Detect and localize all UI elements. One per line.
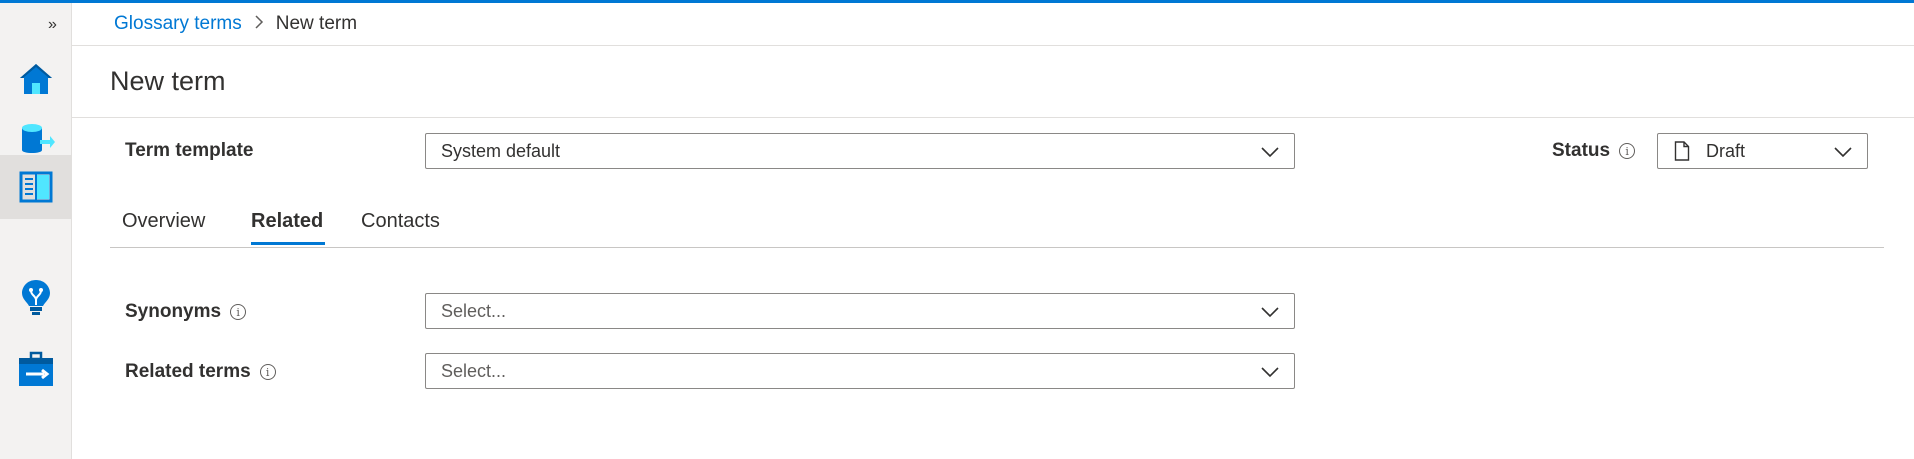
data-catalog-icon [22,124,55,153]
page-title: New term [110,66,226,96]
nav-item-insights[interactable] [0,265,72,329]
related-terms-label: Related terms i [125,361,276,383]
synonyms-dropdown[interactable]: Select... [425,293,1295,329]
home-icon [20,64,52,94]
tab-related[interactable]: Related [251,210,325,245]
term-template-label-text: Term template [125,140,254,161]
breadcrumb-current: New term [275,13,358,34]
chevron-down-icon [1261,147,1279,158]
term-template-dropdown[interactable]: System default [425,133,1295,169]
nav-item-glossary[interactable] [0,155,72,219]
status-value: Draft [1706,140,1746,161]
tab-overview-label: Overview [122,210,206,232]
tab-related-label: Related [251,210,324,232]
synonyms-label: Synonyms i [125,301,247,323]
chevron-down-icon [1261,367,1279,378]
related-terms-placeholder: Select... [441,360,507,381]
tab-contacts-label: Contacts [361,210,440,232]
chevron-down-icon [1261,307,1279,318]
page-header: New term [72,46,1914,118]
synonyms-placeholder: Select... [441,300,507,321]
insights-bulb-icon [22,280,50,315]
term-template-label: Term template [125,140,253,162]
nav-item-home[interactable] [0,47,72,111]
breadcrumb-glossary-terms-link[interactable]: Glossary terms [114,13,242,35]
status-label-text: Status [1552,140,1611,161]
chevron-right-icon [254,14,264,34]
expand-nav-icon[interactable]: » [40,15,62,35]
synonyms-label-text: Synonyms [125,301,222,322]
term-tabs: Overview Related Contacts [110,196,1884,248]
chevron-down-icon [1834,147,1852,158]
nav-item-management[interactable] [0,337,72,401]
related-terms-label-text: Related terms [125,361,251,382]
synonyms-info-icon[interactable]: i [230,304,247,320]
document-icon [1674,141,1690,161]
tab-contacts[interactable]: Contacts [361,210,440,243]
related-terms-info-icon[interactable]: i [259,364,276,380]
tab-selected-indicator [251,242,325,245]
status-dropdown[interactable]: Draft [1657,133,1868,169]
related-terms-dropdown[interactable]: Select... [425,353,1295,389]
status-label: Status i [1552,140,1636,162]
status-info-icon[interactable]: i [1619,143,1636,159]
management-toolbox-icon [19,351,53,386]
breadcrumb: Glossary terms New term [72,3,1914,46]
left-nav-rail: » [0,3,72,459]
tab-overview[interactable]: Overview [122,210,205,243]
term-template-value: System default [441,140,561,161]
glossary-book-icon [19,171,53,203]
